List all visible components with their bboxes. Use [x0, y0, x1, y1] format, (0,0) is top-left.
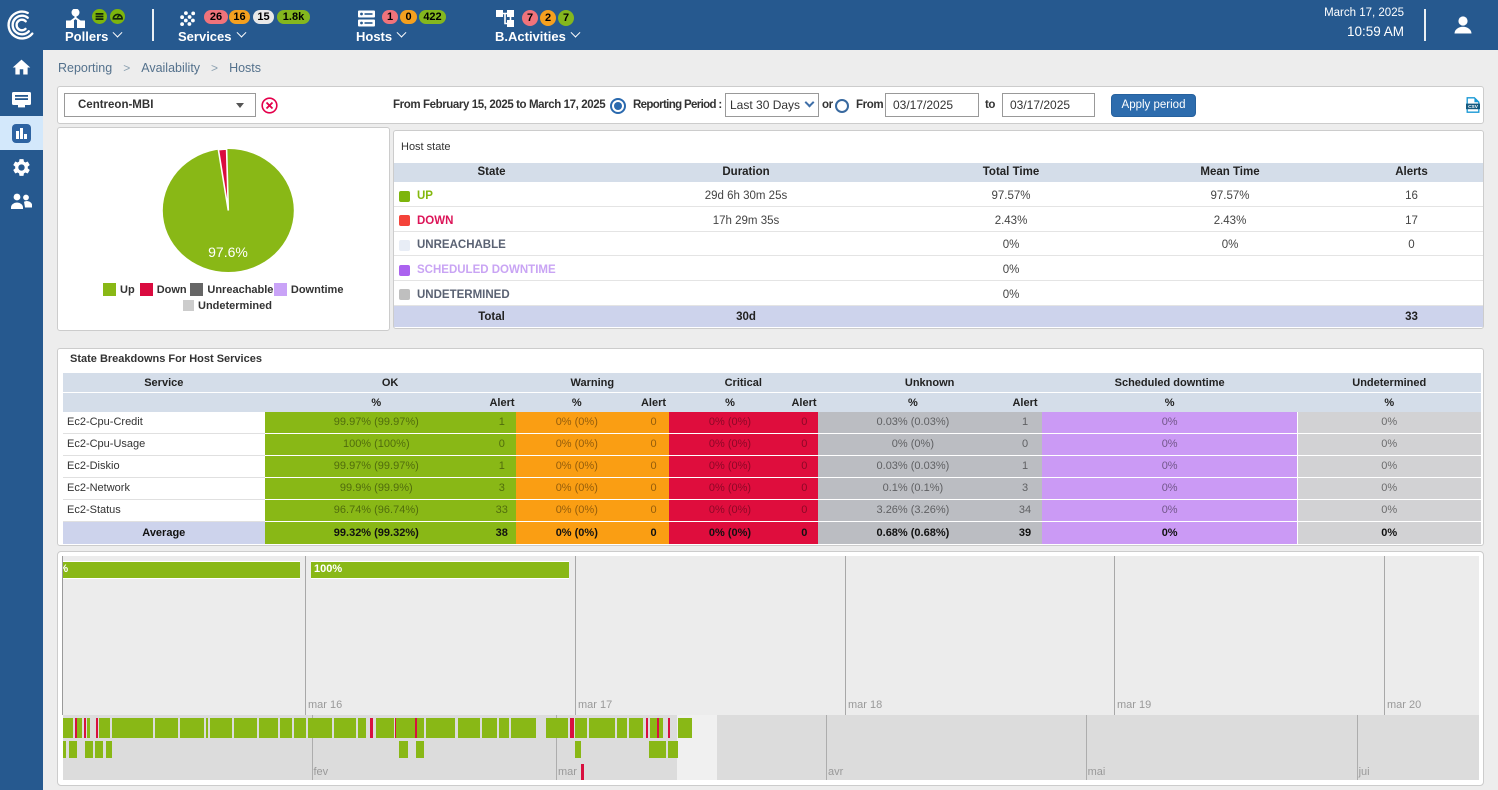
svg-text:CSV: CSV [1468, 104, 1479, 110]
